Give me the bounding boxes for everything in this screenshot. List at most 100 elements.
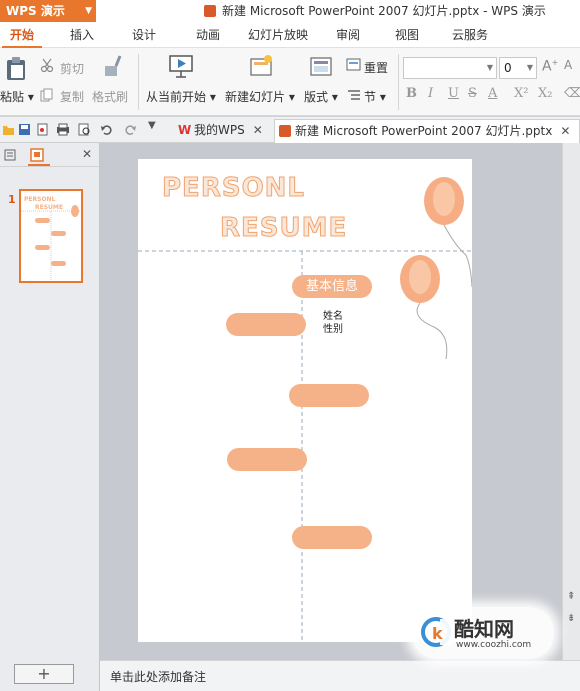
print-icon[interactable] (56, 123, 69, 136)
tab-home[interactable]: 开始 (2, 22, 42, 48)
doctab-presentation-label: 新建 Microsoft PowerPoint 2007 幻灯片.pptx (295, 124, 553, 138)
paste-label: 粘贴 (0, 90, 25, 104)
paste-button[interactable]: 粘贴 ▾ (0, 88, 34, 105)
superscript-button[interactable]: X² (514, 86, 528, 101)
scissors-icon (40, 58, 54, 72)
slide-thumbnail[interactable]: PERSONL RESUME (19, 189, 83, 283)
slide[interactable]: PERSONL RESUME 基本信息 姓名 性别 (138, 159, 472, 642)
prev-slide-icon[interactable]: ⇞ (567, 591, 575, 602)
copy-icon (40, 88, 53, 102)
from-current-label: 从当前开始 (146, 90, 207, 104)
tab-insert[interactable]: 插入 (62, 22, 102, 48)
title-bar: WPS 演示 ▼ 新建 Microsoft PowerPoint 2007 幻灯… (0, 0, 580, 22)
slide-number: 1 (8, 193, 16, 206)
tab-cloud[interactable]: 云服务 (444, 22, 496, 48)
ribbon-divider (398, 54, 399, 110)
open-folder-icon[interactable] (2, 123, 15, 136)
play-slideshow-icon (169, 55, 193, 78)
tab-review[interactable]: 审阅 (328, 22, 368, 48)
bold-button[interactable]: B (406, 86, 417, 101)
watermark-url: www.coozhi.com (456, 640, 532, 650)
reset-button[interactable]: 重置 (364, 59, 388, 76)
watermark-title: 酷知网 (454, 617, 514, 641)
gender-field[interactable]: 性别 (323, 320, 343, 335)
close-icon[interactable]: ✕ (560, 124, 570, 138)
paste-icon[interactable] (4, 56, 28, 82)
svg-text:RESUME: RESUME (35, 204, 63, 211)
slides-panel: ✕ 1 PERSONL RESUME + (0, 143, 100, 691)
layout-icon (310, 57, 332, 76)
timeline-pill[interactable] (289, 384, 369, 407)
slide-thumbnail-preview: PERSONL RESUME (21, 196, 81, 281)
cut-button[interactable]: 剪切 (60, 60, 84, 77)
format-painter-icon (105, 55, 122, 76)
new-slide-icon (250, 55, 272, 76)
save-icon[interactable] (18, 123, 31, 136)
clear-format-icon[interactable]: ⌫ (564, 86, 580, 101)
redo-icon[interactable] (124, 123, 137, 136)
quick-access-bar: ▼ W 我的WPS ✕ 新建 Microsoft PowerPoint 2007 … (0, 117, 580, 143)
ribbon: 粘贴 ▾ 剪切 复制 格式刷 从当前开始 ▾ 新建幻灯片 ▾ 版式 ▾ 重置 节… (0, 48, 580, 116)
active-view-indicator (28, 164, 50, 166)
export-pdf-icon[interactable] (36, 123, 49, 136)
doctab-presentation[interactable]: 新建 Microsoft PowerPoint 2007 幻灯片.pptx ✕ (274, 119, 580, 143)
reset-icon (346, 58, 361, 71)
next-slide-icon[interactable]: ⇟ (567, 613, 575, 624)
basic-info-label[interactable]: 基本信息 (292, 275, 372, 298)
shrink-font-icon[interactable]: A (564, 58, 572, 72)
presentation-file-icon (279, 125, 291, 137)
italic-button[interactable]: I (428, 86, 433, 101)
new-slide-button[interactable]: 新建幻灯片 ▾ (225, 88, 295, 105)
tab-slideshow[interactable]: 幻灯片放映 (243, 22, 313, 48)
timeline-pill[interactable] (227, 448, 307, 471)
close-icon[interactable]: ✕ (82, 147, 92, 161)
grow-font-icon[interactable]: A+ (542, 58, 558, 75)
tab-design[interactable]: 设计 (124, 22, 164, 48)
subscript-button[interactable]: X₂ (538, 86, 552, 101)
window-title: 新建 Microsoft PowerPoint 2007 幻灯片.pptx - … (204, 0, 546, 22)
menu-bar: 开始 插入 设计 动画 幻灯片放映 审阅 视图 云服务 (0, 22, 580, 48)
font-name-select[interactable]: ▼ (403, 57, 497, 79)
chevron-down-icon: ▼ (85, 6, 92, 16)
font-color-button[interactable]: A (488, 86, 497, 101)
notes-placeholder[interactable]: 单击此处添加备注 (110, 668, 206, 685)
coozhi-logo-icon: k (421, 617, 452, 647)
quick-access-more-icon[interactable]: ▼ (148, 120, 156, 131)
tab-animation[interactable]: 动画 (188, 22, 228, 48)
font-size-value: 0 (504, 61, 512, 75)
window-title-text: 新建 Microsoft PowerPoint 2007 幻灯片.pptx - … (222, 4, 546, 18)
app-menu-button[interactable]: WPS 演示 ▼ (0, 0, 96, 22)
svg-text:k: k (432, 624, 443, 643)
doctab-my-wps[interactable]: W 我的WPS ✕ (174, 119, 263, 143)
timeline-pill[interactable] (292, 526, 372, 549)
notes-pane[interactable]: 单击此处添加备注 (100, 660, 580, 691)
vertical-scrollbar[interactable]: ⇞ ⇟ (562, 143, 580, 660)
section-button[interactable]: 节 ▾ (364, 88, 386, 105)
close-icon[interactable]: ✕ (253, 123, 263, 137)
font-size-select[interactable]: 0 ▼ (499, 57, 537, 79)
outline-view-icon[interactable] (4, 149, 16, 161)
wps-logo-icon: W (178, 123, 192, 137)
section-label: 节 (364, 90, 377, 104)
doctab-my-wps-label: 我的WPS (194, 123, 245, 137)
tab-view[interactable]: 视图 (387, 22, 427, 48)
presentation-file-icon (204, 5, 216, 17)
format-painter-button[interactable]: 格式刷 (92, 88, 128, 105)
ribbon-divider (138, 54, 139, 110)
copy-button[interactable]: 复制 (60, 88, 84, 105)
slides-view-icon[interactable] (30, 148, 44, 162)
undo-icon[interactable] (100, 123, 113, 136)
watermark: k 酷知网 www.coozhi.com (412, 607, 554, 659)
timeline-pill[interactable] (226, 313, 306, 336)
underline-button[interactable]: U (448, 86, 459, 101)
new-slide-label: 新建幻灯片 (225, 90, 286, 104)
layout-button[interactable]: 版式 ▾ (304, 88, 338, 105)
app-name: WPS 演示 (6, 4, 65, 18)
add-slide-button[interactable]: + (14, 664, 74, 684)
section-icon (348, 90, 360, 100)
print-preview-icon[interactable] (78, 123, 91, 136)
slides-panel-header: ✕ (0, 143, 99, 167)
from-current-button[interactable]: 从当前开始 ▾ (146, 88, 216, 105)
chevron-down-icon: ▼ (486, 63, 493, 72)
strikethrough-button[interactable]: S (468, 86, 477, 101)
